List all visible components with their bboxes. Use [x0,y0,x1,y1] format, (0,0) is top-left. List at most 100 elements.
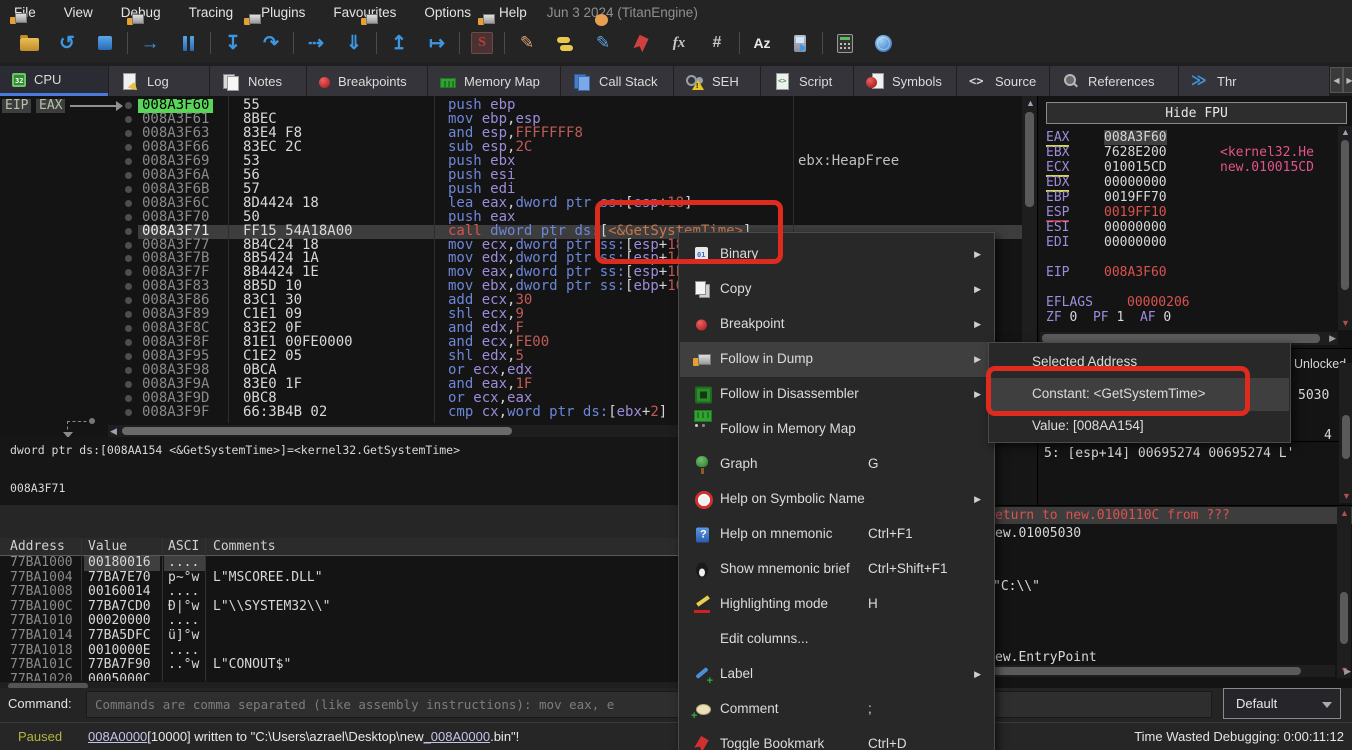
tab-memory-map[interactable]: Memory Map [428,66,560,96]
menu-item-comment[interactable]: Comment; [680,692,993,727]
status-link[interactable]: 008A0000 [88,729,147,744]
labels-button[interactable]: ✎ [584,28,622,58]
comments-button[interactable] [546,28,584,58]
breakpoint-dot-icon[interactable] [125,269,132,276]
register-row[interactable]: ZF 0 PF 1 AF 0 [1038,310,1338,325]
run-to-user-code-button[interactable]: ⇢ [297,28,335,58]
menu-item-follow-in-memory-map[interactable]: Follow in Memory Map [680,412,993,447]
tab-log[interactable]: Log [109,66,209,96]
registers-vscrollbar[interactable]: ▲ ▼ [1338,126,1352,330]
menu-item-help-on-mnemonic[interactable]: Help on mnemonicCtrl+F1 [680,517,993,552]
tab-scroll-right-button[interactable]: ▶ [1343,67,1352,93]
tab-scroll-left-button[interactable]: ◀ [1330,67,1343,93]
step-into-button[interactable]: ↧ [214,28,252,58]
stack-vscroll-thumb[interactable] [1340,592,1348,644]
breakpoint-dot-icon[interactable] [125,409,132,416]
stack-row[interactable]: ew.01005030 [975,525,1352,542]
dump-header-value[interactable]: Value [88,538,127,555]
menu-item-label[interactable]: Label▶ [680,657,993,692]
register-row[interactable]: ESI00000000 [1038,220,1338,235]
breakpoint-dot-icon[interactable] [125,283,132,290]
hash-button[interactable]: # [698,28,736,58]
tab-symbols[interactable]: Symbols [854,66,956,96]
register-row[interactable]: EBP0019FF70 [1038,190,1338,205]
run-to-cursor-button[interactable]: ↦ [418,28,456,58]
menu-tracing[interactable]: Tracing [175,5,248,20]
tab-call-stack[interactable]: Call Stack [561,66,673,96]
tab-script[interactable]: Script [761,66,853,96]
assemble-button[interactable]: Az [743,28,781,58]
internet-button[interactable] [864,28,902,58]
menu-item-follow-in-dump[interactable]: Follow in Dump▶ [680,342,993,377]
command-input[interactable] [86,691,1212,718]
breakpoint-dot-icon[interactable] [125,339,132,346]
scroll-up-icon[interactable]: ▲ [1341,128,1350,137]
stack-hscrollbar[interactable]: ▶ [979,665,1335,677]
breakpoint-dot-icon[interactable] [125,172,132,179]
scroll-down-icon[interactable]: ▼ [1342,492,1351,501]
restart-button[interactable]: ↺ [48,28,86,58]
dump-header-address[interactable]: Address [10,538,65,555]
stack-row[interactable] [975,543,1352,560]
stack-hscroll-thumb[interactable] [981,667,1301,675]
status-link[interactable]: _008A0000 [424,729,491,744]
breakpoint-dot-icon[interactable] [125,186,132,193]
breakpoint-dot-icon[interactable] [125,228,132,235]
breakpoint-dot-icon[interactable] [125,255,132,262]
register-row[interactable]: ECX010015CDnew.010015CD [1038,160,1338,175]
register-row[interactable]: EAX008A3F60 [1038,130,1338,145]
hide-fpu-button[interactable]: Hide FPU [1046,102,1347,124]
breakpoint-dot-icon[interactable] [125,325,132,332]
menu-view[interactable]: View [50,5,107,20]
stack-row[interactable] [975,632,1352,649]
breakpoint-dot-icon[interactable] [125,381,132,388]
menu-options[interactable]: Options [410,5,485,20]
tab-breakpoints[interactable]: Breakpoints [307,66,427,96]
breakpoint-dot-icon[interactable] [125,214,132,221]
registers-panel[interactable]: Hide FPU EAX008A3F60EBX7628E200<kernel32… [1037,96,1352,348]
tab-notes[interactable]: Notes [210,66,306,96]
register-row[interactable]: EFLAGS00000206 [1038,295,1338,310]
breakpoint-dot-icon[interactable] [125,102,132,109]
register-row[interactable]: EBX7628E200<kernel32.He [1038,145,1338,160]
bookmarks-button[interactable] [622,28,660,58]
args-vscroll-thumb[interactable] [1342,415,1350,459]
seh-device-button[interactable] [781,28,819,58]
scroll-right-icon[interactable]: ▶ [1329,334,1336,343]
menu-item-help-on-symbolic-name[interactable]: Help on Symbolic Name▶ [680,482,993,517]
tab-thr[interactable]: ≫Thr [1179,66,1329,96]
scroll-up-icon[interactable]: ▲ [1026,99,1035,108]
registers-vscroll-thumb[interactable] [1341,140,1349,290]
breakpoint-dot-icon[interactable] [125,116,132,123]
breakpoint-dot-icon[interactable] [125,367,132,374]
breakpoint-dot-icon[interactable] [125,395,132,402]
disasm-vscroll-thumb[interactable] [1025,112,1034,207]
stack-vscrollbar[interactable]: ▲ ▼ [1337,506,1351,678]
register-row[interactable]: EDX00000000 [1038,175,1338,190]
source-mode-button[interactable]: S [463,28,501,58]
dump-header-asci[interactable]: ASCI [168,538,199,555]
dump-header-comments[interactable]: Comments [213,538,276,555]
menu-item-graph[interactable]: GraphG [680,447,993,482]
tab-seh[interactable]: SEH [674,66,760,96]
menu-item-edit-columns-[interactable]: Edit columns... [680,622,993,657]
stack-row[interactable]: ew.EntryPoint [975,649,1352,666]
scroll-up-icon[interactable]: ▲ [1340,509,1349,518]
stack-row[interactable] [975,614,1352,631]
register-row[interactable]: ESP0019FF10 [1038,205,1338,220]
scroll-left-icon[interactable]: ◀ [110,427,117,436]
breakpoint-dot-icon[interactable] [125,144,132,151]
scroll-down-icon[interactable]: ▼ [1341,319,1350,328]
breakpoint-dot-icon[interactable] [125,311,132,318]
execute-till-return-button[interactable]: ↥ [380,28,418,58]
breakpoint-dot-icon[interactable] [125,200,132,207]
tab-source[interactable]: <>Source [957,66,1049,96]
step-over-button[interactable]: ↷ [252,28,290,58]
stack-row[interactable] [975,560,1352,577]
functions-button[interactable]: fx [660,28,698,58]
open-file-button[interactable] [10,28,48,58]
menu-item-highlighting-mode[interactable]: Highlighting modeH [680,587,993,622]
stack-row[interactable]: eturn to new.0100110C from ??? [975,507,1352,524]
stack-row[interactable]: "C:\\" [975,578,1352,595]
pause-button[interactable] [169,28,207,58]
